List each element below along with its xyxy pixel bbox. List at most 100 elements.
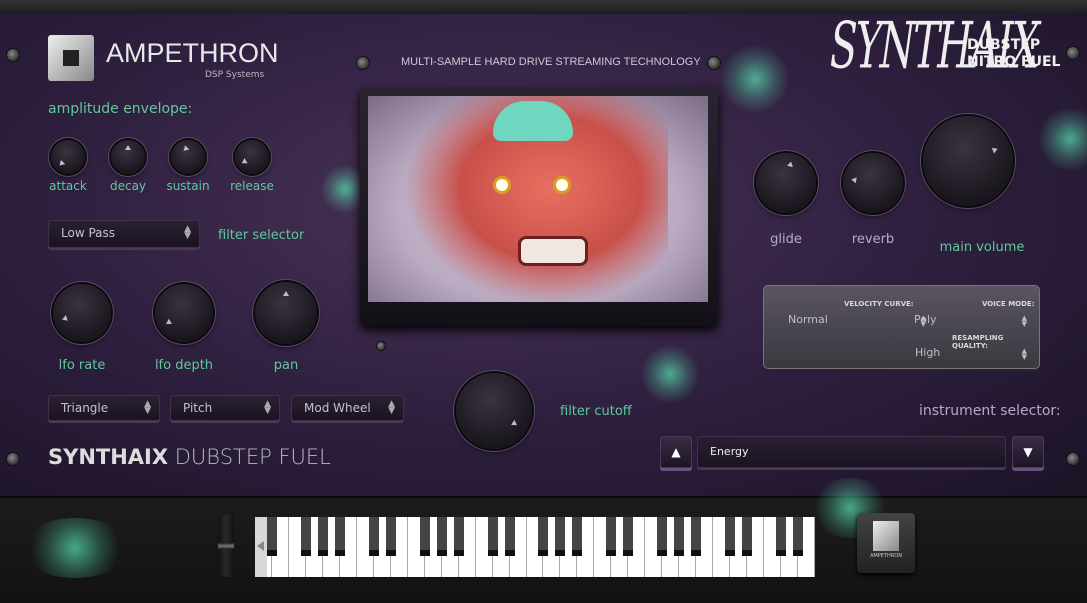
attack-label: attack — [49, 179, 87, 193]
decay-knob[interactable] — [111, 140, 145, 174]
black-key-D-sharp[interactable] — [742, 517, 753, 556]
reverb-knob[interactable] — [843, 153, 903, 213]
tagline: MULTI-SAMPLE HARD DRIVE STREAMING TECHNO… — [401, 56, 701, 68]
select-value: Mod Wheel — [304, 401, 371, 415]
black-key-F-sharp[interactable] — [776, 517, 787, 556]
attack-knob[interactable] — [51, 140, 85, 174]
select-value: High — [915, 346, 941, 359]
voice-mode-label: VOICE MODE: — [982, 300, 1035, 308]
instrument-select[interactable]: Energy — [697, 436, 1006, 468]
select-value: Triangle — [61, 401, 109, 415]
black-key-A-sharp[interactable] — [691, 517, 702, 556]
arrow-left-icon — [257, 541, 264, 551]
updown-icon: ▲ ▼ — [388, 399, 395, 416]
select-value: Normal — [788, 313, 828, 326]
ampethron-logo-button[interactable]: AMPETHRON — [857, 513, 915, 573]
instrument-value: Energy — [710, 445, 749, 458]
release-label: release — [230, 179, 274, 193]
lfo-waveform-select[interactable]: Triangle ▲ ▼ — [48, 395, 160, 421]
screw — [6, 452, 20, 466]
black-key-G-sharp[interactable] — [674, 517, 685, 556]
black-key-D-sharp[interactable] — [385, 517, 396, 556]
lfo-depth-knob[interactable] — [155, 284, 213, 342]
instrument-next-button[interactable]: ▼ — [1012, 436, 1044, 468]
black-key-F-sharp[interactable] — [538, 517, 549, 556]
lfo-depth-label: lfo depth — [154, 358, 214, 373]
instrument-selector-label: instrument selector: — [919, 403, 1061, 419]
sustain-label: sustain — [166, 179, 210, 193]
paint-splatter — [1040, 104, 1087, 174]
black-key-D-sharp[interactable] — [623, 517, 634, 556]
pan-label: pan — [273, 358, 299, 373]
black-key-G-sharp[interactable] — [555, 517, 566, 556]
arrow-up-icon: ▲ — [671, 445, 681, 459]
select-value: Pitch — [183, 401, 213, 415]
black-key-D-sharp[interactable] — [266, 517, 277, 556]
main-volume-label: main volume — [939, 240, 1025, 255]
updown-icon: ▲ ▼ — [184, 224, 191, 241]
black-key-C-sharp[interactable] — [487, 517, 498, 556]
black-key-F-sharp[interactable] — [657, 517, 668, 556]
octave-shift-left[interactable] — [255, 517, 267, 577]
glide-knob[interactable] — [756, 153, 816, 213]
voice-mode-select[interactable]: Poly ▲ ▼ — [914, 313, 1027, 328]
artwork-image — [368, 96, 708, 302]
footer-light: DUBSTEP FUEL — [174, 445, 331, 469]
footer-product-name: SYNTHAIX DUBSTEP FUEL — [48, 445, 331, 469]
piano-keyboard[interactable] — [255, 517, 815, 577]
main-volume-knob[interactable] — [923, 116, 1013, 206]
product-title: DUBSTEP NITRO FUEL — [967, 37, 1060, 71]
reverb-label: reverb — [851, 232, 895, 247]
lfo-target-select[interactable]: Pitch ▲ ▼ — [170, 395, 280, 421]
paint-splatter — [20, 518, 130, 578]
paint-splatter — [640, 344, 700, 404]
arrow-down-icon: ▼ — [1023, 445, 1033, 459]
pan-knob[interactable] — [255, 282, 317, 344]
product-line1: DUBSTEP — [967, 37, 1041, 53]
black-key-F-sharp[interactable] — [419, 517, 430, 556]
screw — [376, 341, 386, 351]
lfo-rate-knob[interactable] — [53, 284, 111, 342]
lfo-source-select[interactable]: Mod Wheel ▲ ▼ — [291, 395, 404, 421]
filter-selector-label: filter selector — [218, 228, 305, 243]
black-key-F-sharp[interactable] — [300, 517, 311, 556]
brand-sub: DSP Systems — [205, 70, 265, 80]
velocity-curve-label: VELOCITY CURVE: — [844, 300, 914, 308]
select-value: Poly — [914, 313, 937, 326]
footer-bold: SYNTHAIX — [48, 445, 169, 469]
sustain-knob[interactable] — [171, 140, 205, 174]
filter-select[interactable]: Low Pass ▲ ▼ — [48, 220, 200, 248]
black-key-D-sharp[interactable] — [504, 517, 515, 556]
release-knob[interactable] — [235, 140, 269, 174]
filter-select-value: Low Pass — [61, 226, 115, 240]
paint-splatter — [720, 44, 790, 114]
black-key-C-sharp[interactable] — [368, 517, 379, 556]
black-key-G-sharp[interactable] — [793, 517, 804, 556]
glide-label: glide — [770, 232, 802, 247]
updown-icon: ▲ ▼ — [144, 399, 151, 416]
black-key-A-sharp[interactable] — [453, 517, 464, 556]
ampethron-logo — [48, 35, 94, 81]
black-key-A-sharp[interactable] — [572, 517, 583, 556]
velocity-curve-select[interactable]: Normal ▲ ▼ — [788, 313, 926, 328]
screw — [707, 56, 721, 70]
black-key-A-sharp[interactable] — [334, 517, 345, 556]
decay-label: decay — [109, 179, 147, 193]
updown-icon: ▲ ▼ — [264, 399, 271, 416]
logo-button-text: AMPETHRON — [870, 553, 902, 559]
black-key-C-sharp[interactable] — [606, 517, 617, 556]
black-key-C-sharp[interactable] — [725, 517, 736, 556]
envelope-title: amplitude envelope: — [48, 101, 193, 117]
black-key-G-sharp[interactable] — [436, 517, 447, 556]
filter-cutoff-knob[interactable] — [456, 373, 532, 449]
screw — [1066, 46, 1080, 60]
screw — [1066, 452, 1080, 466]
instrument-prev-button[interactable]: ▲ — [660, 436, 692, 468]
screw — [356, 56, 370, 70]
black-key-G-sharp[interactable] — [317, 517, 328, 556]
resampling-select[interactable]: High ▲ ▼ — [915, 346, 1027, 361]
screw — [6, 48, 20, 62]
product-line2: NITRO FUEL — [967, 54, 1061, 70]
settings-panel: VELOCITY CURVE: VOICE MODE: Normal ▲ ▼ Pol… — [763, 285, 1040, 369]
pitch-wheel[interactable] — [218, 515, 234, 577]
